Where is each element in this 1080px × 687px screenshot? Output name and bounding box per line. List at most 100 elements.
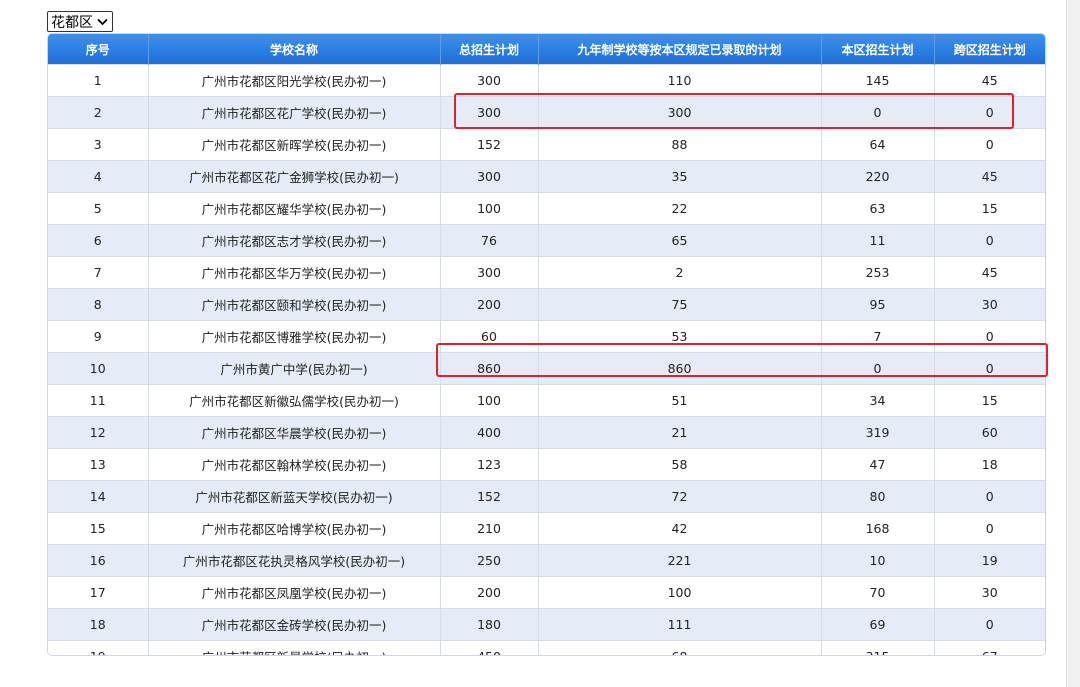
cell-nine-year-admitted: 75 xyxy=(538,288,822,321)
table-row: 6 广州市花都区志才学校(民办初一) 76 65 11 0 xyxy=(48,224,1045,257)
table-row: 15 广州市花都区哈博学校(民办初一) 210 42 168 0 xyxy=(48,512,1045,545)
cell-school-name: 广州市花都区阳光学校(民办初一) xyxy=(148,64,441,97)
cell-school-name: 广州市花都区颐和学校(民办初一) xyxy=(148,288,441,321)
cell-local-plan: 7 xyxy=(821,320,935,353)
cell-total-plan: 180 xyxy=(440,608,539,641)
cell-index: 8 xyxy=(48,288,149,321)
cell-total-plan: 300 xyxy=(440,64,539,97)
cell-cross-district-plan: 0 xyxy=(934,480,1045,513)
cell-cross-district-plan: 60 xyxy=(934,416,1045,449)
cell-nine-year-admitted: 300 xyxy=(538,96,822,129)
column-header-school-name: 学校名称 xyxy=(148,34,441,65)
cell-nine-year-admitted: 110 xyxy=(538,64,822,97)
cell-school-name: 广州市花都区花广金狮学校(民办初一) xyxy=(148,160,441,193)
column-header-nine-year-admitted: 九年制学校等按本区规定已录取的计划 xyxy=(538,34,822,65)
cell-nine-year-admitted: 860 xyxy=(538,352,822,385)
cell-nine-year-admitted: 42 xyxy=(538,512,822,545)
cell-school-name: 广州市黄广中学(民办初一) xyxy=(148,352,441,385)
cell-total-plan: 250 xyxy=(440,544,539,577)
cell-nine-year-admitted: 35 xyxy=(538,160,822,193)
table-row: 18 广州市花都区金砖学校(民办初一) 180 111 69 0 xyxy=(48,608,1045,641)
district-select[interactable]: 花都区 xyxy=(47,11,113,32)
cell-local-plan: 10 xyxy=(821,544,935,577)
admission-plan-table: 序号 学校名称 总招生计划 九年制学校等按本区规定已录取的计划 本区招生计划 跨… xyxy=(47,33,1046,656)
table-row: 2 广州市花都区花广学校(民办初一) 300 300 0 0 xyxy=(48,96,1045,129)
cell-total-plan: 400 xyxy=(440,416,539,449)
cell-index: 15 xyxy=(48,512,149,545)
page-scrollbar[interactable] xyxy=(1066,0,1080,687)
table-row: 13 广州市花都区翰林学校(民办初一) 123 58 47 18 xyxy=(48,448,1045,481)
cell-nine-year-admitted: 53 xyxy=(538,320,822,353)
cell-nine-year-admitted: 22 xyxy=(538,192,822,225)
cell-total-plan: 100 xyxy=(440,192,539,225)
district-select-value: 花都区 xyxy=(51,14,93,31)
cell-local-plan: 63 xyxy=(821,192,935,225)
cell-nine-year-admitted: 72 xyxy=(538,480,822,513)
cell-nine-year-admitted: 221 xyxy=(538,544,822,577)
cell-nine-year-admitted: 21 xyxy=(538,416,822,449)
cell-cross-district-plan: 0 xyxy=(934,96,1045,129)
cell-local-plan: 47 xyxy=(821,448,935,481)
cell-school-name: 广州市花都区志才学校(民办初一) xyxy=(148,224,441,257)
cell-school-name: 广州市花都区哈博学校(民办初一) xyxy=(148,512,441,545)
cell-local-plan: 0 xyxy=(821,352,935,385)
cell-cross-district-plan: 0 xyxy=(934,224,1045,257)
cell-local-plan: 168 xyxy=(821,512,935,545)
table-row: 8 广州市花都区颐和学校(民办初一) 200 75 95 30 xyxy=(48,288,1045,321)
cell-cross-district-plan: 45 xyxy=(934,160,1045,193)
cell-nine-year-admitted: 58 xyxy=(538,448,822,481)
table-row: 10 广州市黄广中学(民办初一) 860 860 0 0 xyxy=(48,352,1045,385)
cell-local-plan: 0 xyxy=(821,96,935,129)
column-header-cross-district-plan: 跨区招生计划 xyxy=(934,34,1045,65)
cell-cross-district-plan: 45 xyxy=(934,64,1045,97)
cell-cross-district-plan: 45 xyxy=(934,256,1045,289)
cell-total-plan: 100 xyxy=(440,384,539,417)
table-row: 17 广州市花都区凤凰学校(民办初一) 200 100 70 30 xyxy=(48,576,1045,609)
cell-school-name: 广州市花都区博雅学校(民办初一) xyxy=(148,320,441,353)
cell-local-plan: 220 xyxy=(821,160,935,193)
cell-cross-district-plan: 67 xyxy=(934,640,1045,655)
content-panel: 花都区 序号 学校名称 总招生计划 九年制学校等按本区规定已录取的计划 本区招生… xyxy=(0,0,1066,687)
cell-index: 3 xyxy=(48,128,149,161)
cell-school-name: 广州市花都区花执灵格风学校(民办初一) xyxy=(148,544,441,577)
table-row: 9 广州市花都区博雅学校(民办初一) 60 53 7 0 xyxy=(48,320,1045,353)
cell-total-plan: 210 xyxy=(440,512,539,545)
cell-total-plan: 60 xyxy=(440,320,539,353)
cell-cross-district-plan: 18 xyxy=(934,448,1045,481)
cell-local-plan: 145 xyxy=(821,64,935,97)
cell-index: 11 xyxy=(48,384,149,417)
cell-index: 16 xyxy=(48,544,149,577)
cell-index: 19 xyxy=(48,640,149,655)
table-row: 4 广州市花都区花广金狮学校(民办初一) 300 35 220 45 xyxy=(48,160,1045,193)
table-row: 5 广州市花都区耀华学校(民办初一) 100 22 63 15 xyxy=(48,192,1045,225)
cell-cross-district-plan: 30 xyxy=(934,576,1045,609)
cell-cross-district-plan: 19 xyxy=(934,544,1045,577)
cell-local-plan: 69 xyxy=(821,608,935,641)
cell-school-name: 广州市花都区凤凰学校(民办初一) xyxy=(148,576,441,609)
column-header-index: 序号 xyxy=(48,34,149,65)
cell-index: 1 xyxy=(48,64,149,97)
cell-total-plan: 860 xyxy=(440,352,539,385)
cell-school-name: 广州市花都区新星学校(民办初一) xyxy=(148,640,441,655)
cell-total-plan: 152 xyxy=(440,128,539,161)
table-row: 1 广州市花都区阳光学校(民办初一) 300 110 145 45 xyxy=(48,64,1045,97)
cell-local-plan: 64 xyxy=(821,128,935,161)
table-row: 7 广州市花都区华万学校(民办初一) 300 2 253 45 xyxy=(48,256,1045,289)
cell-nine-year-admitted: 51 xyxy=(538,384,822,417)
cell-index: 9 xyxy=(48,320,149,353)
table-header-row: 序号 学校名称 总招生计划 九年制学校等按本区规定已录取的计划 本区招生计划 跨… xyxy=(48,34,1045,65)
cell-total-plan: 152 xyxy=(440,480,539,513)
cell-school-name: 广州市花都区华万学校(民办初一) xyxy=(148,256,441,289)
cell-index: 18 xyxy=(48,608,149,641)
cell-total-plan: 300 xyxy=(440,96,539,129)
cell-cross-district-plan: 0 xyxy=(934,320,1045,353)
cell-school-name: 广州市花都区新晖学校(民办初一) xyxy=(148,128,441,161)
cell-local-plan: 319 xyxy=(821,416,935,449)
cell-total-plan: 123 xyxy=(440,448,539,481)
cell-total-plan: 450 xyxy=(440,640,539,655)
cell-index: 12 xyxy=(48,416,149,449)
cell-index: 6 xyxy=(48,224,149,257)
cell-school-name: 广州市花都区新徽弘儒学校(民办初一) xyxy=(148,384,441,417)
column-header-total-plan: 总招生计划 xyxy=(440,34,539,65)
cell-local-plan: 253 xyxy=(821,256,935,289)
